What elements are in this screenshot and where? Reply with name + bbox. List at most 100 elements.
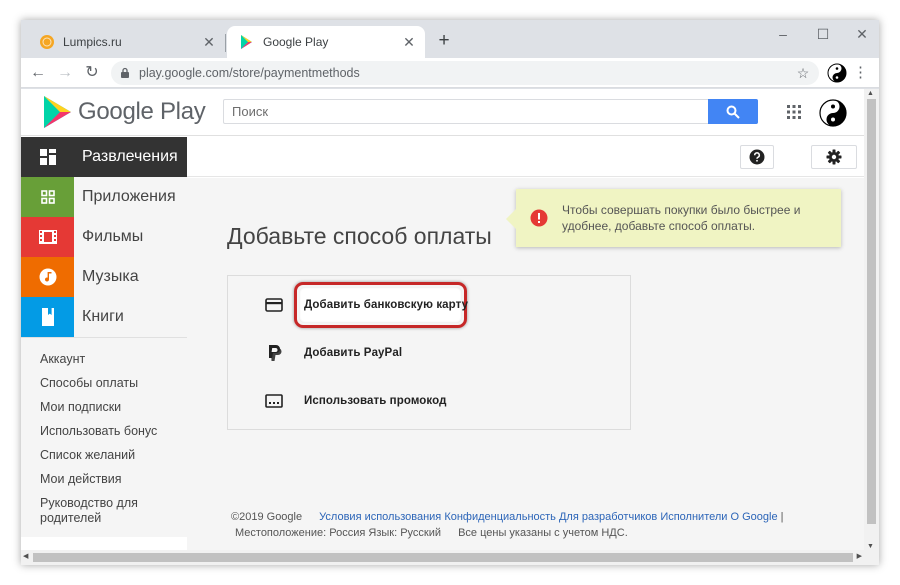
payment-hint-tooltip: Чтобы совершать покупки было быстрее и у… — [506, 189, 841, 247]
apps-grid-icon — [21, 137, 74, 177]
profile-yin-yang-icon[interactable] — [827, 63, 847, 83]
alert-icon — [530, 209, 548, 227]
tab-close-icon[interactable]: ✕ — [201, 34, 217, 51]
option-label: Использовать промокод — [304, 395, 447, 407]
lumpics-favicon-icon — [40, 35, 54, 49]
copyright: ©2019 Google — [231, 511, 303, 523]
category-label: Развлечения — [82, 148, 178, 165]
reload-icon[interactable]: ↻ — [81, 62, 103, 84]
subnav-redeem[interactable]: Использовать бонус — [21, 420, 187, 444]
browser-window: Lumpics.ru ✕ Google Play ✕ + – ☐ ✕ ← → ↻ — [21, 20, 879, 565]
subnav-wishlist[interactable]: Список желаний — [21, 444, 187, 468]
music-note-icon — [21, 257, 74, 297]
tab-title: Google Play — [263, 35, 329, 49]
play-triangle-icon — [44, 96, 71, 128]
payment-options-card: Добавить банковскую карту Добавить PayPa… — [227, 275, 631, 430]
nav-category-entertainment[interactable]: Развлечения — [21, 137, 187, 177]
option-label: Добавить PayPal — [304, 347, 403, 359]
page-footer: ©2019 Google Условия использования Конфи… — [231, 509, 851, 541]
footer-link-privacy[interactable]: Конфиденциальность — [444, 511, 556, 523]
bookmark-star-icon[interactable]: ☆ — [793, 65, 813, 82]
category-label: Фильмы — [82, 228, 144, 245]
subnav-activity[interactable]: Мои действия — [21, 468, 187, 492]
subnav-payment-methods[interactable]: Способы оплаты — [21, 372, 187, 396]
android-apps-icon — [21, 177, 74, 217]
horizontal-scrollbar[interactable]: ◀ ▶ — [21, 550, 879, 565]
maximize-icon[interactable]: ☐ — [812, 24, 834, 44]
tooltip-text: Чтобы совершать покупки было быстрее и у… — [562, 203, 801, 233]
book-icon — [21, 297, 74, 337]
account-subnav: Аккаунт Способы оплаты Мои подписки Испо… — [21, 337, 187, 537]
footer-separator: | — [780, 511, 784, 523]
scrollbar-thumb[interactable] — [867, 99, 876, 524]
tab-google-play[interactable]: Google Play ✕ — [227, 26, 425, 58]
search-input[interactable] — [224, 100, 708, 123]
add-card-option[interactable]: Добавить банковскую карту — [264, 291, 468, 319]
scroll-right-icon[interactable]: ▶ — [857, 552, 862, 560]
left-nav: Развлечения Приложения Фильмы Музыка Кни… — [21, 137, 187, 537]
account-avatar-icon[interactable] — [819, 99, 847, 127]
close-window-icon[interactable]: ✕ — [851, 24, 873, 44]
option-label: Добавить банковскую карту — [304, 299, 469, 311]
paypal-icon — [264, 345, 284, 361]
tab-separator — [225, 34, 226, 52]
gp-header: Google Play — [21, 89, 864, 136]
subnav-subscriptions[interactable]: Мои подписки — [21, 396, 187, 420]
film-icon — [21, 217, 74, 257]
action-strip — [187, 137, 864, 177]
search-button[interactable] — [708, 99, 758, 124]
nav-category-apps[interactable]: Приложения — [21, 177, 187, 217]
google-play-logo[interactable]: Google Play — [43, 95, 206, 129]
scroll-left-icon[interactable]: ◀ — [23, 552, 28, 560]
google-play-favicon-icon — [241, 35, 252, 49]
nav-category-movies[interactable]: Фильмы — [21, 217, 187, 257]
lock-icon — [121, 67, 129, 78]
page-title: Добавьте способ оплаты — [227, 223, 492, 249]
footer-line-1: ©2019 Google Условия использования Конфи… — [231, 509, 851, 525]
browser-toolbar: ← → ↻ play.google.com/store/paymentmetho… — [21, 58, 879, 88]
page-viewport: Google Play Поиск Развлечения Приложения… — [21, 89, 879, 565]
promo-code-icon — [264, 393, 284, 409]
search-box — [223, 99, 758, 124]
category-label: Приложения — [82, 188, 176, 205]
category-label: Книги — [82, 308, 124, 325]
tab-strip: Lumpics.ru ✕ Google Play ✕ + – ☐ ✕ — [21, 20, 879, 58]
footer-vat-note: Все цены указаны с учетом НДС. — [458, 527, 628, 539]
nav-category-music[interactable]: Музыка — [21, 257, 187, 297]
search-icon — [726, 105, 740, 119]
minimize-icon[interactable]: – — [772, 24, 794, 44]
new-tab-button[interactable]: + — [433, 31, 455, 53]
footer-link-terms[interactable]: Условия использования — [319, 511, 441, 523]
nav-category-books[interactable]: Книги — [21, 297, 187, 337]
vertical-scrollbar[interactable]: ▲ ▼ — [864, 89, 879, 565]
forward-arrow-icon[interactable]: → — [54, 62, 76, 84]
gear-icon — [826, 149, 842, 165]
scroll-down-icon[interactable]: ▼ — [867, 543, 874, 550]
tab-title: Lumpics.ru — [63, 35, 122, 49]
back-arrow-icon[interactable]: ← — [27, 62, 49, 84]
google-apps-icon[interactable] — [786, 104, 802, 120]
scroll-up-icon[interactable]: ▲ — [867, 90, 874, 97]
footer-link-about[interactable]: О Google — [730, 511, 777, 523]
footer-line-2: Местоположение: Россия Язык: Русский Все… — [231, 525, 851, 541]
footer-link-developers[interactable]: Для разработчиков — [559, 511, 657, 523]
credit-card-icon — [264, 297, 284, 313]
scrollbar-thumb[interactable] — [33, 553, 853, 562]
category-label: Музыка — [82, 268, 139, 285]
address-bar[interactable]: play.google.com/store/paymentmethods ☆ — [111, 61, 819, 85]
settings-button[interactable] — [811, 145, 857, 169]
logo-text: Google Play — [78, 98, 206, 125]
footer-link-artists[interactable]: Исполнители — [660, 511, 727, 523]
footer-language: Язык: Русский — [368, 527, 442, 539]
help-icon — [749, 149, 765, 165]
browser-menu-icon[interactable]: ⋮ — [853, 62, 868, 84]
add-paypal-option[interactable]: Добавить PayPal — [264, 339, 402, 367]
tab-lumpics[interactable]: Lumpics.ru ✕ — [27, 26, 225, 58]
redeem-code-option[interactable]: Использовать промокод — [264, 387, 447, 415]
tab-close-icon[interactable]: ✕ — [401, 34, 417, 51]
subnav-account[interactable]: Аккаунт — [21, 348, 187, 372]
help-button[interactable] — [740, 145, 774, 169]
url-text: play.google.com/store/paymentmethods — [139, 66, 360, 80]
footer-location: Местоположение: Россия — [235, 527, 366, 539]
subnav-parent-guide[interactable]: Руководство для родителей — [21, 492, 187, 531]
